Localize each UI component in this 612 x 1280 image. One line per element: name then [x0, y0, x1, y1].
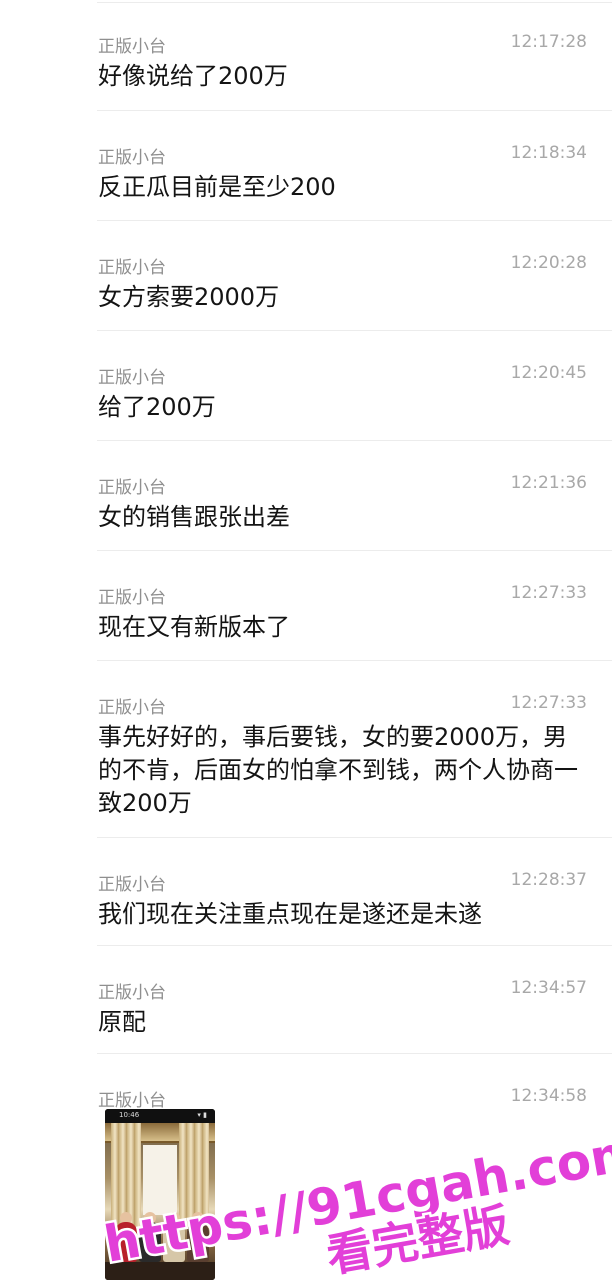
- message-item[interactable]: 正版小台 12:18:34 反正瓜目前是至少200: [0, 111, 612, 221]
- image-thumbnail[interactable]: 10:46 ▾ ▮: [105, 1109, 215, 1280]
- message-time: 12:20:45: [510, 363, 587, 383]
- message-sender: 正版小台: [98, 148, 166, 168]
- message-item[interactable]: 正版小台 12:27:33 现在又有新版本了: [0, 551, 612, 661]
- thumbnail-signal-icon: ▾ ▮: [197, 1111, 207, 1119]
- message-text: 女方索要2000万: [98, 283, 280, 311]
- message-sender: 正版小台: [98, 698, 166, 718]
- message-time: 12:17:28: [510, 32, 587, 52]
- floor: [105, 1262, 215, 1280]
- message-text: 我们现在关注重点现在是遂还是未遂: [98, 900, 482, 928]
- person: [115, 1222, 137, 1262]
- message-sender: 正版小台: [98, 37, 166, 57]
- thumbnail-status-time: 10:46: [119, 1111, 140, 1119]
- message-sender: 正版小台: [98, 258, 166, 278]
- thumbnail-photo: [105, 1123, 215, 1280]
- message-item[interactable]: 正版小台 12:34:57 原配: [0, 946, 612, 1054]
- thumbnail-status-bar: 10:46 ▾ ▮: [105, 1109, 215, 1123]
- message-item[interactable]: 正版小台 12:34:58: [0, 1054, 612, 1280]
- message-item[interactable]: 正版小台 12:20:28 女方索要2000万: [0, 221, 612, 331]
- person: [163, 1222, 185, 1262]
- message-time: 12:28:37: [510, 870, 587, 890]
- message-item[interactable]: 正版小台 12:21:36 女的销售跟张出差: [0, 441, 612, 551]
- message-sender: 正版小台: [98, 1091, 166, 1111]
- window: [143, 1145, 177, 1215]
- message-time: 12:27:33: [510, 583, 587, 603]
- message-item[interactable]: 正版小台 12:17:28 好像说给了200万: [0, 0, 612, 111]
- message-sender: 正版小台: [98, 875, 166, 895]
- message-time: 12:20:28: [510, 253, 587, 273]
- message-time: 12:34:57: [510, 978, 587, 998]
- message-text: 好像说给了200万: [98, 62, 288, 90]
- message-sender: 正版小台: [98, 478, 166, 498]
- message-sender: 正版小台: [98, 983, 166, 1003]
- message-text: 反正瓜目前是至少200: [98, 173, 336, 201]
- message-text: 现在又有新版本了: [98, 613, 290, 641]
- message-item[interactable]: 正版小台 12:27:33 事先好好的，事后要钱，女的要2000万，男的不肯，后…: [0, 661, 612, 838]
- message-sender: 正版小台: [98, 588, 166, 608]
- message-time: 12:34:58: [510, 1086, 587, 1106]
- message-time: 12:27:33: [510, 693, 587, 713]
- message-item[interactable]: 正版小台 12:20:45 给了200万: [0, 331, 612, 441]
- person: [187, 1222, 209, 1262]
- message-sender: 正版小台: [98, 368, 166, 388]
- message-time: 12:21:36: [510, 473, 587, 493]
- message-text: 事先好好的，事后要钱，女的要2000万，男的不肯，后面女的怕拿不到钱，两个人协商…: [98, 723, 578, 817]
- message-text: 原配: [98, 1008, 146, 1036]
- message-time: 12:18:34: [510, 143, 587, 163]
- message-text: 女的销售跟张出差: [98, 503, 290, 531]
- message-text: 给了200万: [98, 393, 216, 421]
- message-item[interactable]: 正版小台 12:28:37 我们现在关注重点现在是遂还是未遂: [0, 838, 612, 946]
- person: [139, 1222, 161, 1262]
